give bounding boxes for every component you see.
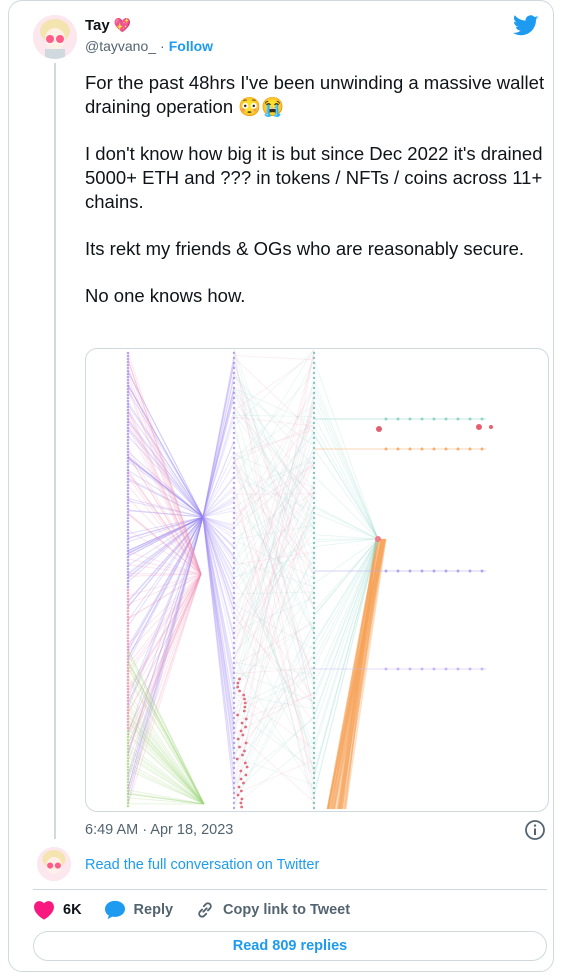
heart-emoji: 💖 bbox=[113, 17, 132, 33]
author-name-row[interactable]: Tay 💖 bbox=[85, 17, 131, 34]
author-handle[interactable]: @tayvano_ bbox=[85, 38, 156, 54]
action-bar: 6K Reply Copy link to Tweet bbox=[33, 900, 372, 920]
thread-avatar[interactable] bbox=[37, 847, 71, 881]
tweet-text: For the past 48hrs I've been unwinding a… bbox=[85, 71, 545, 331]
like-count: 6K bbox=[63, 902, 82, 918]
tweet-paragraph-3: Its rekt my friends & OGs who are reason… bbox=[85, 238, 525, 259]
tweet-timestamp[interactable]: 6:49 AM · Apr 18, 2023 bbox=[85, 822, 233, 838]
author-name[interactable]: Tay bbox=[85, 17, 110, 34]
divider bbox=[33, 889, 547, 890]
tweet-paragraph-1: For the past 48hrs I've been unwinding a… bbox=[85, 72, 550, 117]
read-replies-button[interactable]: Read 809 replies bbox=[33, 931, 547, 961]
tweet-media-image[interactable] bbox=[85, 348, 549, 812]
read-full-conversation-link[interactable]: Read the full conversation on Twitter bbox=[85, 857, 319, 873]
dot-separator: · bbox=[160, 38, 165, 54]
link-icon bbox=[198, 902, 212, 918]
like-button[interactable]: 6K bbox=[33, 900, 82, 920]
network-graph-image bbox=[126, 349, 493, 810]
reply-label: Reply bbox=[133, 902, 174, 918]
reply-button[interactable]: Reply bbox=[104, 900, 174, 920]
tweet-paragraph-2: I don't know how big it is but since Dec… bbox=[85, 143, 548, 212]
reply-bubble-icon bbox=[104, 900, 125, 920]
heart-icon bbox=[34, 901, 54, 920]
twitter-bird-icon[interactable] bbox=[513, 15, 539, 37]
copy-link-button[interactable]: Copy link to Tweet bbox=[195, 900, 350, 920]
thread-line bbox=[54, 63, 56, 839]
tweet-card: Tay 💖 @tayvano_ · Follow For the past 48… bbox=[8, 0, 554, 972]
copy-link-label: Copy link to Tweet bbox=[223, 902, 351, 918]
follow-button[interactable]: Follow bbox=[169, 38, 213, 54]
author-avatar[interactable] bbox=[33, 15, 77, 59]
tweet-paragraph-4: No one knows how. bbox=[85, 285, 246, 306]
info-icon[interactable] bbox=[524, 819, 546, 841]
handle-row: @tayvano_ · Follow bbox=[85, 38, 213, 54]
